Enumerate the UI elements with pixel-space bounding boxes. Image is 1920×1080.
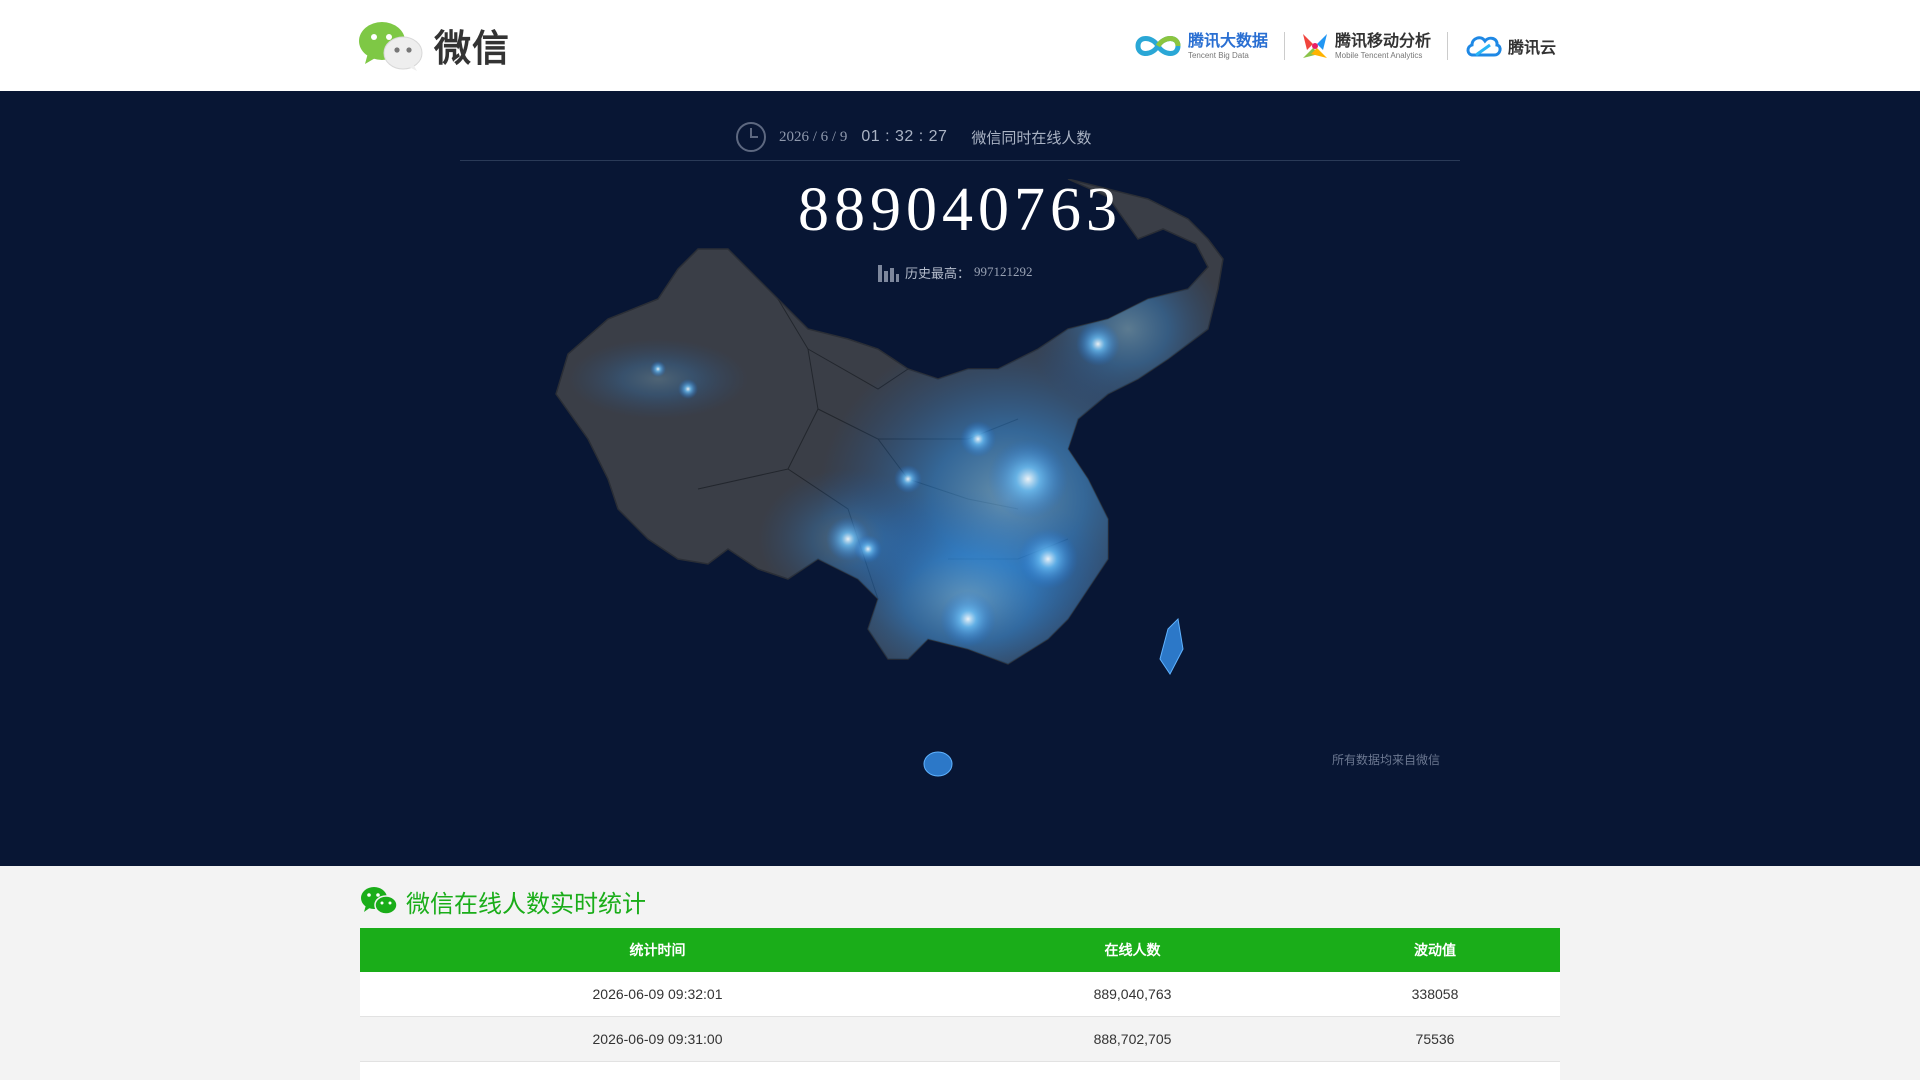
partner-name: 腾讯大数据 — [1187, 30, 1268, 50]
data-source-note: 所有数据均来自微信 — [1331, 753, 1440, 767]
wechat-logo-icon — [359, 22, 423, 71]
header-divider — [460, 160, 1460, 161]
top-header: 微信 腾讯大数据 Tencent Big Data 腾讯移动分析 Mobile … — [0, 0, 1920, 91]
record-value: 997121292 — [974, 264, 1033, 279]
bar-chart-icon — [878, 265, 899, 282]
record-label: 历史最高： — [905, 265, 971, 281]
partner-tencent-big-data[interactable]: 腾讯大数据 Tencent Big Data — [1134, 30, 1268, 60]
stats-table: 统计时间 在线人数 波动值 2026-06-09 09:32:01 889,04… — [360, 928, 1560, 1080]
hero-panel: 2026 / 6 / 9 01 : 32 : 27 微信同时在线人数 88904… — [0, 91, 1920, 866]
cell-time: 2026-06-09 09:31:00 — [592, 1031, 723, 1047]
partner-name: 腾讯云 — [1507, 38, 1556, 57]
current-date: 2026 / 6 / 9 — [779, 128, 848, 145]
wechat-brand[interactable]: 微信 — [358, 16, 510, 74]
online-label: 微信同时在线人数 — [971, 129, 1092, 147]
column-header-time[interactable]: 统计时间 — [360, 940, 955, 960]
column-header-online[interactable]: 在线人数 — [955, 940, 1310, 960]
partner-subtitle: Tencent Big Data — [1187, 50, 1249, 60]
partner-divider — [1283, 32, 1285, 60]
cell-fluctuation: 338058 — [1411, 986, 1459, 1002]
cell-fluctuation: 75536 — [1415, 1031, 1455, 1047]
timestamp-bar: 2026 / 6 / 9 01 : 32 : 27 微信同时在线人数 — [735, 119, 1091, 155]
online-count: 889040763 — [798, 176, 1122, 244]
table-row — [360, 1062, 1560, 1080]
column-header-fluctuation[interactable]: 波动值 — [1310, 940, 1560, 960]
cell-online: 889,040,763 — [1093, 986, 1172, 1002]
cloud-logo-icon — [1466, 36, 1502, 57]
table-row: 2026-06-09 09:31:00 888,702,705 75536 — [360, 1017, 1560, 1062]
current-time: 01 : 32 : 27 — [861, 128, 948, 145]
wechat-green-icon — [361, 887, 398, 915]
colorful-x-logo-icon — [1302, 34, 1327, 58]
clock-icon — [736, 122, 766, 152]
partner-divider — [1446, 32, 1448, 60]
brand-title: 微信 — [434, 27, 510, 70]
stats-heading: 微信在线人数实时统计 — [360, 883, 646, 919]
partner-mta[interactable]: 腾讯移动分析 Mobile Tencent Analytics — [1301, 32, 1431, 60]
table-header: 统计时间 在线人数 波动值 — [360, 928, 1560, 972]
partner-tencent-cloud[interactable]: 腾讯云 — [1464, 33, 1556, 59]
cell-time: 2026-06-09 09:32:01 — [592, 986, 723, 1002]
infinity-logo-icon — [1135, 36, 1181, 56]
partner-subtitle: Mobile Tencent Analytics — [1334, 50, 1423, 60]
partner-logos: 腾讯大数据 Tencent Big Data 腾讯移动分析 Mobile Ten… — [1134, 26, 1556, 66]
partner-name: 腾讯移动分析 — [1334, 30, 1431, 50]
historical-record: 历史最高： 997121292 — [877, 261, 1033, 283]
cell-online: 888,702,705 — [1093, 1031, 1172, 1047]
stats-title: 微信在线人数实时统计 — [406, 889, 646, 918]
table-row: 2026-06-09 09:32:01 889,040,763 338058 — [360, 972, 1560, 1017]
